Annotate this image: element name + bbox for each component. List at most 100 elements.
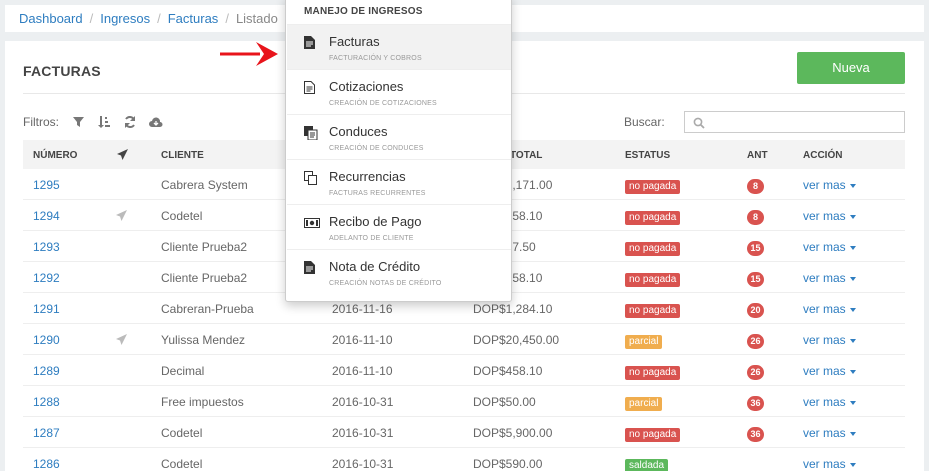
more-actions-button[interactable]: ver mas — [803, 178, 856, 192]
more-actions-button[interactable]: ver mas — [803, 333, 856, 347]
caret-down-icon — [849, 307, 856, 312]
header-total[interactable]: TOTAL — [510, 150, 542, 161]
age-badge: 15 — [747, 271, 764, 287]
filter-icon[interactable] — [71, 115, 85, 129]
table-row[interactable]: 1289 Decimal 2016-11-10 DOP$458.10 no pagada… — [23, 355, 905, 386]
client-name: Yulissa Mendez — [161, 333, 246, 347]
age-badge-label: 15 — [747, 241, 764, 256]
status-badge: no pagada — [625, 240, 681, 256]
more-actions-label: ver mas — [803, 457, 846, 471]
invoice-date: 2016-10-31 — [332, 457, 394, 471]
client-name: Decimal — [161, 364, 205, 378]
age-badge: 15 — [747, 240, 764, 256]
header-client[interactable]: CLIENTE — [161, 150, 204, 161]
breadcrumb-separator: / — [225, 11, 229, 26]
more-actions-button[interactable]: ver mas — [803, 271, 856, 285]
refresh-icon[interactable] — [123, 115, 137, 129]
cloud-download-icon[interactable] — [149, 115, 163, 129]
header-status[interactable]: ESTATUS — [625, 150, 670, 161]
status-badge: no pagada — [625, 209, 681, 225]
invoice-number-link[interactable]: 1287 — [33, 426, 60, 440]
document-outline-icon — [304, 81, 315, 99]
more-actions-button[interactable]: ver mas — [803, 426, 856, 440]
status-badge-label: saldada — [625, 459, 669, 471]
menu-item-facturas[interactable]: Facturas FACTURACIÓN Y COBROS — [287, 24, 511, 69]
caret-down-icon — [849, 369, 856, 374]
pointer-arrow — [220, 38, 278, 75]
copy-icon — [304, 126, 318, 145]
table-row[interactable]: 1287 Codetel 2016-10-31 DOP$5,900.00 no paga… — [23, 417, 905, 448]
more-actions-button[interactable]: ver mas — [803, 209, 856, 223]
caret-down-icon — [849, 400, 856, 405]
breadcrumb-dashboard[interactable]: Dashboard — [19, 11, 83, 26]
more-actions-label: ver mas — [803, 426, 846, 440]
more-actions-button[interactable]: ver mas — [803, 364, 856, 378]
menu-item-conduces[interactable]: Conduces CREACIÓN DE CONDUCES — [287, 114, 511, 159]
client-name: Free impuestos — [161, 395, 244, 409]
invoice-number-link[interactable]: 1294 — [33, 209, 60, 223]
breadcrumb-separator: / — [89, 11, 94, 26]
status-badge: parcial — [625, 333, 663, 349]
header-number[interactable]: NÚMERO — [33, 150, 77, 161]
menu-item-subtitle: FACTURACIÓN Y COBROS — [329, 55, 422, 62]
table-row[interactable]: 1288 Free impuestos 2016-10-31 DOP$50.00 par… — [23, 386, 905, 417]
sort-icon[interactable] — [97, 115, 111, 129]
menu-item-label: Recurrencias — [329, 169, 406, 184]
age-badge: 8 — [747, 178, 764, 194]
menu-item-recibo-de-pago[interactable]: Recibo de Pago ADELANTO DE CLIENTE — [287, 204, 511, 249]
invoice-number-link[interactable]: 1291 — [33, 302, 60, 316]
copy-outline-icon — [304, 171, 318, 190]
age-badge: 8 — [747, 209, 764, 225]
status-badge-label: no pagada — [625, 273, 681, 287]
page-title: FACTURAS — [23, 63, 101, 79]
document-icon — [304, 261, 315, 279]
menu-item-nota-de-crédito[interactable]: Nota de Crédito CREACIÓN NOTAS DE CRÉDITO — [287, 249, 511, 294]
header-ant[interactable]: ANT — [747, 150, 768, 161]
client-name: Cabreran-Prueba — [161, 302, 254, 316]
search-label: Buscar: — [624, 115, 665, 129]
invoice-date: 2016-11-10 — [332, 333, 393, 347]
breadcrumb-facturas[interactable]: Facturas — [168, 11, 219, 26]
invoice-number-link[interactable]: 1292 — [33, 271, 60, 285]
client-name: Codetel — [161, 457, 203, 471]
more-actions-button[interactable]: ver mas — [803, 457, 856, 471]
send-icon — [117, 149, 128, 163]
invoice-number-link[interactable]: 1288 — [33, 395, 60, 409]
invoice-number-link[interactable]: 1295 — [33, 178, 60, 192]
caret-down-icon — [849, 431, 856, 436]
sent-icon — [116, 334, 127, 348]
status-badge-label: no pagada — [625, 428, 681, 442]
new-invoice-button[interactable]: Nueva — [797, 52, 905, 84]
invoice-number-link[interactable]: 1286 — [33, 457, 60, 471]
more-actions-button[interactable]: ver mas — [803, 395, 856, 409]
more-actions-label: ver mas — [803, 333, 846, 347]
age-badge: 36 — [747, 426, 764, 442]
income-dropdown-menu: MANEJO DE INGRESOS Facturas FACTURACIÓN Y… — [285, 0, 512, 302]
status-badge-label: no pagada — [625, 366, 681, 380]
age-badge-label: 15 — [747, 272, 764, 287]
invoice-number-link[interactable]: 1290 — [33, 333, 60, 347]
breadcrumb-ingresos[interactable]: Ingresos — [100, 11, 150, 26]
status-badge-label: no pagada — [625, 242, 681, 256]
status-badge: saldada — [625, 457, 669, 471]
invoice-date: 2016-11-16 — [332, 302, 393, 316]
more-actions-button[interactable]: ver mas — [803, 240, 856, 254]
age-badge-label: 8 — [747, 179, 764, 194]
invoice-total: DOP$590.00 — [473, 457, 543, 471]
search-input[interactable] — [684, 111, 905, 133]
menu-item-cotizaciones[interactable]: Cotizaciones CREACIÓN DE COTIZACIONES — [287, 69, 511, 114]
client-name: Cabrera System — [161, 178, 248, 192]
more-actions-button[interactable]: ver mas — [803, 302, 856, 316]
caret-down-icon — [849, 183, 856, 188]
more-actions-label: ver mas — [803, 395, 846, 409]
menu-item-subtitle: FACTURAS RECURRENTES — [329, 190, 426, 197]
more-actions-label: ver mas — [803, 364, 846, 378]
menu-item-label: Cotizaciones — [329, 79, 404, 94]
age-badge: 26 — [747, 333, 764, 349]
table-row[interactable]: 1290 Yulissa Mendez 2016-11-10 DOP$20,450.0… — [23, 324, 905, 355]
menu-item-label: Facturas — [329, 34, 380, 49]
invoice-number-link[interactable]: 1289 — [33, 364, 60, 378]
table-row[interactable]: 1286 Codetel 2016-10-31 DOP$590.00 saldada ve… — [23, 448, 905, 471]
menu-item-recurrencias[interactable]: Recurrencias FACTURAS RECURRENTES — [287, 159, 511, 204]
invoice-number-link[interactable]: 1293 — [33, 240, 60, 254]
